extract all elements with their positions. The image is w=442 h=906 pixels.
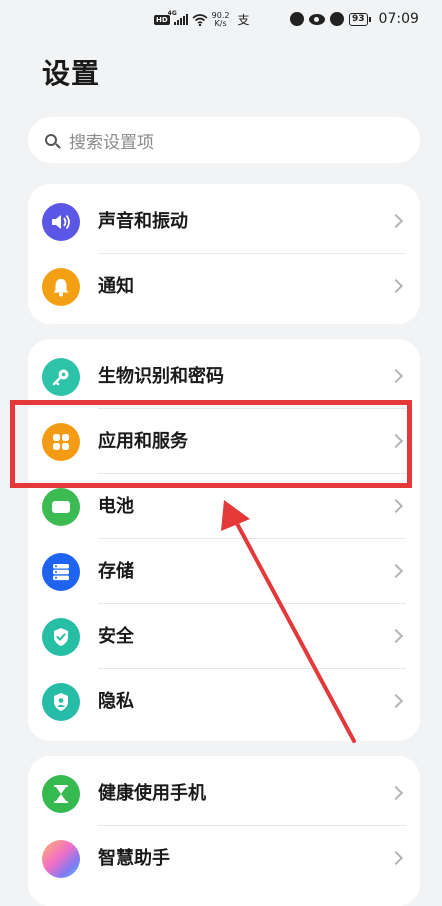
annotation-arrow-icon — [221, 500, 356, 743]
